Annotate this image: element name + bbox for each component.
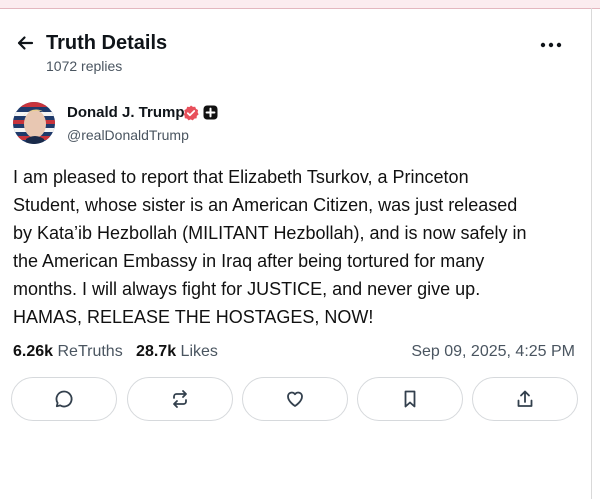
back-button[interactable]	[12, 30, 38, 56]
scrollbar-divider	[591, 8, 592, 499]
repost-icon	[173, 390, 187, 408]
like-button[interactable]	[242, 377, 348, 421]
retruths-label: ReTruths	[57, 343, 123, 360]
avatar[interactable]	[13, 102, 55, 144]
post-line: by Kata’ib Hezbollah (MILITANT Hezbollah…	[13, 223, 527, 243]
retruth-button[interactable]	[127, 377, 233, 421]
likes-count: 28.7k	[136, 343, 177, 360]
post-line: HAMAS, RELEASE THE HOSTAGES, NOW!	[13, 307, 374, 327]
likes-label: Likes	[180, 343, 218, 360]
plus-badge-icon	[203, 105, 218, 120]
reply-count: 1072 replies	[46, 58, 123, 74]
browser-top-strip	[0, 0, 600, 9]
post-line: the American Embassy in Iraq after being…	[13, 251, 485, 271]
retruths-count: 6.26k	[13, 343, 54, 360]
author-handle[interactable]: @realDonaldTrump	[67, 127, 189, 144]
post-line: Student, whose sister is an American Cit…	[13, 195, 518, 215]
verified-badge-icon	[183, 105, 199, 121]
more-horizontal-icon	[540, 42, 562, 48]
post-line: months. I will always fight for JUSTICE,…	[13, 279, 481, 299]
likes-stat[interactable]: 28.7k Likes	[136, 343, 218, 360]
retruths-stat[interactable]: 6.26k ReTruths	[13, 343, 123, 360]
share-button[interactable]	[472, 377, 578, 421]
action-bar	[11, 377, 578, 421]
post-timestamp: Sep 09, 2025, 4:25 PM	[411, 343, 575, 360]
post-body: I am pleased to report that Elizabeth Ts…	[13, 163, 583, 331]
post-stats: 6.26k ReTruths 28.7k Likes	[13, 342, 218, 362]
page-header: Truth Details 1072 replies	[0, 28, 591, 78]
heart-icon	[287, 391, 303, 407]
share-icon	[517, 390, 533, 407]
post-line: I am pleased to report that Elizabeth Ts…	[13, 167, 469, 187]
author-name[interactable]: Donald J. Trump	[67, 104, 185, 122]
reply-button[interactable]	[11, 377, 117, 421]
comment-icon	[55, 390, 73, 408]
arrow-left-icon	[17, 36, 34, 50]
bookmark-icon	[404, 390, 416, 408]
more-options-button[interactable]	[538, 34, 564, 56]
bookmark-button[interactable]	[357, 377, 463, 421]
page-title: Truth Details	[46, 32, 168, 54]
